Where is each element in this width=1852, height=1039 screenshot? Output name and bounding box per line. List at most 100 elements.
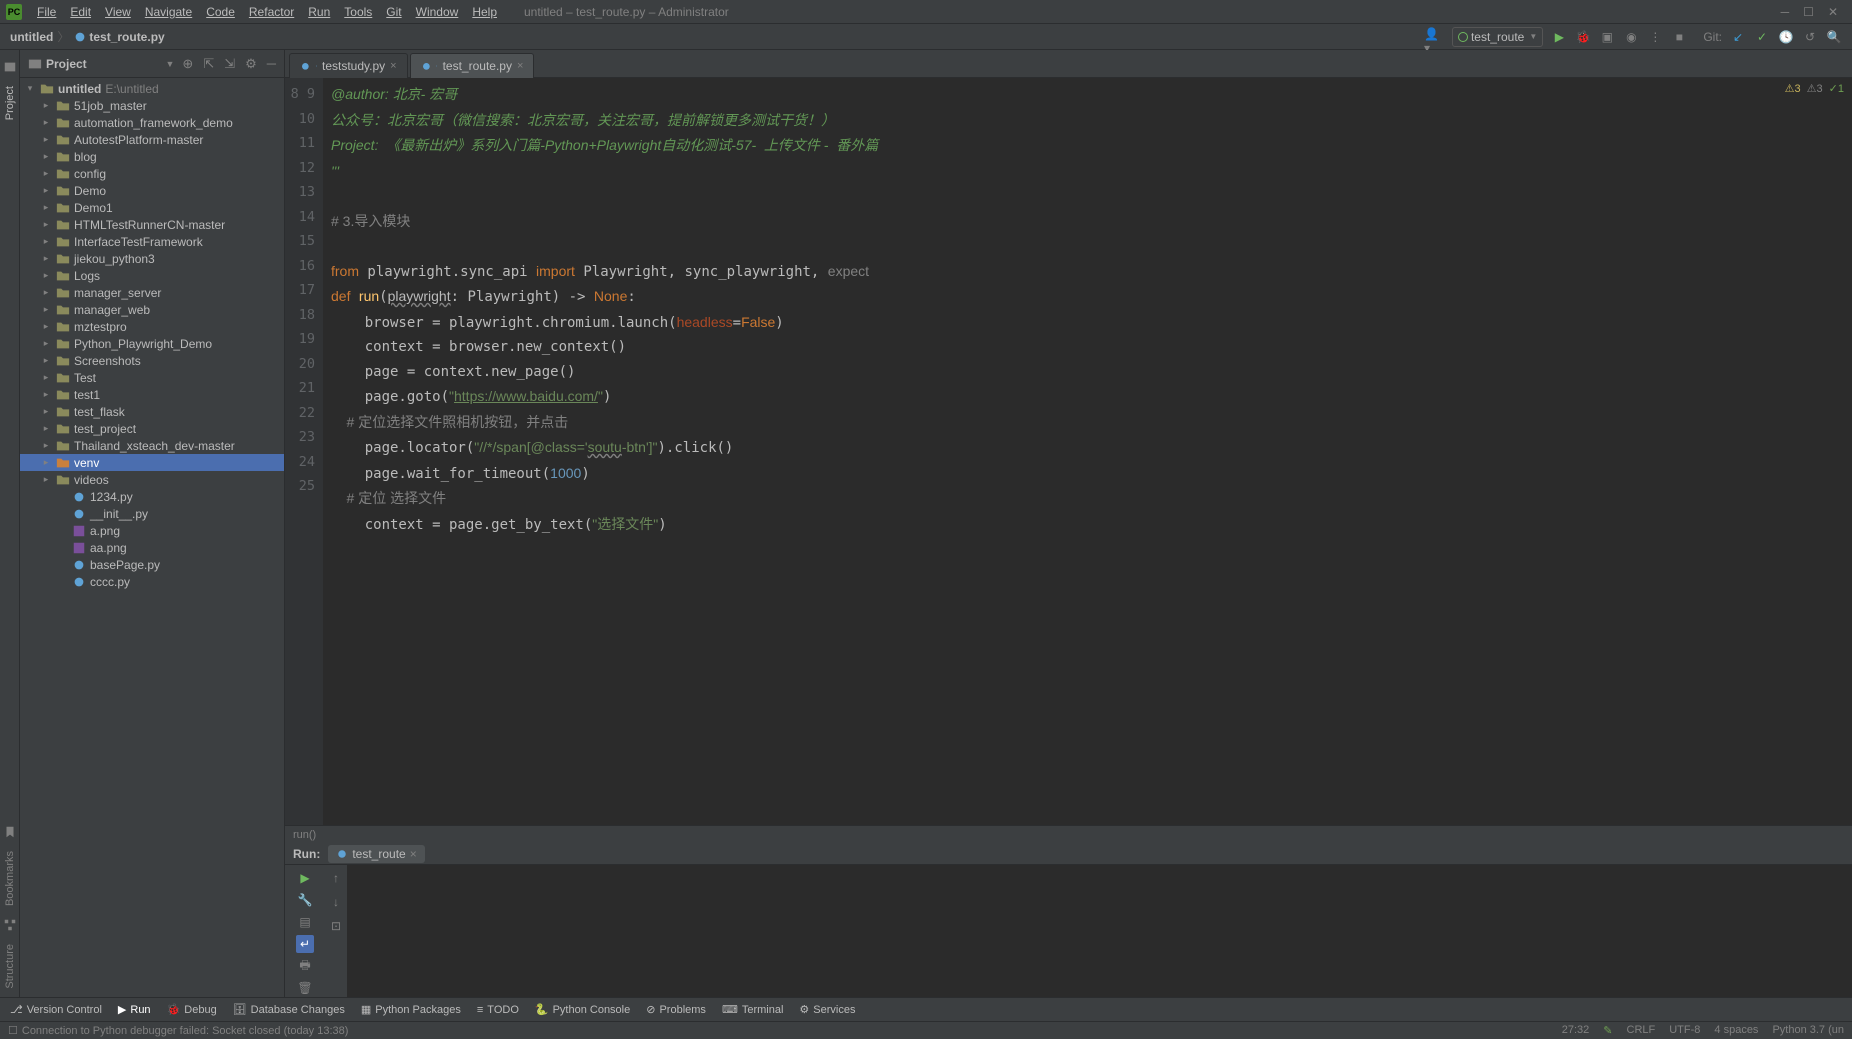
- minimize-icon[interactable]: ─: [1781, 5, 1790, 19]
- git-history-icon[interactable]: 🕓: [1778, 29, 1794, 45]
- down-icon[interactable]: ↓: [327, 893, 345, 911]
- tree-folder[interactable]: ▸videos: [20, 471, 284, 488]
- status-position[interactable]: 27:32: [1562, 1024, 1590, 1037]
- coverage-icon[interactable]: ▣: [1599, 29, 1615, 45]
- menu-refactor[interactable]: Refactor: [242, 5, 301, 19]
- code-editor[interactable]: @author: 北京- 宏哥 公众号：北京宏哥（微信搜索：北京宏哥，关注宏哥，…: [323, 78, 1852, 825]
- debug-icon[interactable]: 🐞: [1575, 29, 1591, 45]
- tree-folder[interactable]: ▸blog: [20, 148, 284, 165]
- menu-help[interactable]: Help: [465, 5, 504, 19]
- close-tab-icon[interactable]: ×: [390, 60, 396, 72]
- status-line-sep[interactable]: CRLF: [1627, 1024, 1656, 1037]
- bottom-tool[interactable]: ≡TODO: [477, 1004, 519, 1016]
- tree-folder[interactable]: ▸test1: [20, 386, 284, 403]
- tree-folder[interactable]: ▸manager_server: [20, 284, 284, 301]
- breadcrumbs-bar[interactable]: run(): [285, 825, 1852, 843]
- bookmarks-tw-icon[interactable]: [3, 825, 17, 839]
- select-opened-icon[interactable]: ⊕: [182, 56, 193, 72]
- close-tab-icon[interactable]: ×: [517, 60, 523, 72]
- tree-folder[interactable]: ▸HTMLTestRunnerCN-master: [20, 216, 284, 233]
- status-python[interactable]: Python 3.7 (un: [1772, 1024, 1844, 1037]
- bottom-tool[interactable]: 🗄Database Changes: [233, 1003, 345, 1016]
- stop-icon[interactable]: ■: [1671, 29, 1687, 45]
- menu-run[interactable]: Run: [301, 5, 337, 19]
- git-commit-icon[interactable]: ✓: [1754, 29, 1770, 45]
- menu-navigate[interactable]: Navigate: [138, 5, 199, 19]
- bottom-tool[interactable]: ▦Python Packages: [361, 1003, 461, 1016]
- menu-file[interactable]: File: [30, 5, 63, 19]
- tree-root[interactable]: ▾untitledE:\untitled: [20, 80, 284, 97]
- menu-code[interactable]: Code: [199, 5, 242, 19]
- more-icon[interactable]: ⋮: [1647, 29, 1663, 45]
- tree-folder[interactable]: ▸Thailand_xsteach_dev-master: [20, 437, 284, 454]
- run-config-selector[interactable]: test_route: [1452, 27, 1543, 47]
- tree-folder[interactable]: ▸test_project: [20, 420, 284, 437]
- breadcrumb-file[interactable]: test_route.py: [89, 30, 164, 44]
- bottom-tool[interactable]: 🐍Python Console: [535, 1003, 630, 1016]
- account-icon[interactable]: 👤▾: [1424, 27, 1444, 47]
- tree-folder[interactable]: ▸automation_framework_demo: [20, 114, 284, 131]
- settings-icon[interactable]: ⚙: [245, 56, 257, 72]
- hide-icon[interactable]: ─: [267, 56, 276, 72]
- structure-tab[interactable]: Structure: [2, 936, 18, 997]
- status-encoding[interactable]: UTF-8: [1669, 1024, 1700, 1037]
- project-tree[interactable]: ▾untitledE:\untitled▸51job_master▸automa…: [20, 78, 284, 997]
- tree-folder[interactable]: ▸venv: [20, 454, 284, 471]
- bottom-tool[interactable]: ⚙Services: [799, 1003, 855, 1016]
- git-update-icon[interactable]: ↙: [1730, 29, 1746, 45]
- run-output[interactable]: [347, 865, 1852, 997]
- tree-folder[interactable]: ▸manager_web: [20, 301, 284, 318]
- wrench-icon[interactable]: 🔧: [296, 891, 314, 909]
- bottom-tool[interactable]: ▶Run: [118, 1003, 151, 1016]
- menu-git[interactable]: Git: [379, 5, 408, 19]
- screenshot-icon[interactable]: ⊡: [327, 917, 345, 935]
- tree-file[interactable]: basePage.py: [20, 556, 284, 573]
- tree-folder[interactable]: ▸Demo1: [20, 199, 284, 216]
- tree-folder[interactable]: ▸Test: [20, 369, 284, 386]
- git-rollback-icon[interactable]: ↺: [1802, 29, 1818, 45]
- bookmarks-tab[interactable]: Bookmarks: [2, 843, 18, 914]
- tree-folder[interactable]: ▸config: [20, 165, 284, 182]
- status-leaf-icon[interactable]: ✎: [1603, 1024, 1612, 1037]
- close-icon[interactable]: ✕: [1828, 5, 1838, 19]
- run-tab[interactable]: test_route ×: [328, 845, 424, 863]
- collapse-all-icon[interactable]: ⇲: [224, 56, 235, 72]
- tree-folder[interactable]: ▸51job_master: [20, 97, 284, 114]
- inspection-widget[interactable]: ⚠3 ⚠3 ✓1: [1785, 82, 1844, 95]
- tree-file[interactable]: __init__.py: [20, 505, 284, 522]
- project-tab[interactable]: Project: [2, 78, 18, 128]
- close-tab-icon[interactable]: ×: [410, 847, 417, 861]
- bottom-tool[interactable]: ⎇Version Control: [10, 1003, 102, 1016]
- project-tw-icon[interactable]: [3, 60, 17, 74]
- status-icon[interactable]: ☐: [8, 1024, 18, 1037]
- tree-folder[interactable]: ▸Screenshots: [20, 352, 284, 369]
- tree-file[interactable]: cccc.py: [20, 573, 284, 590]
- menu-window[interactable]: Window: [409, 5, 466, 19]
- tree-file[interactable]: a.png: [20, 522, 284, 539]
- tree-folder[interactable]: ▸Demo: [20, 182, 284, 199]
- tree-folder[interactable]: ▸Python_Playwright_Demo: [20, 335, 284, 352]
- tree-file[interactable]: 1234.py: [20, 488, 284, 505]
- menu-tools[interactable]: Tools: [337, 5, 379, 19]
- tree-folder[interactable]: ▸jiekou_python3: [20, 250, 284, 267]
- structure-tw-icon[interactable]: [3, 918, 17, 932]
- tree-folder[interactable]: ▸Logs: [20, 267, 284, 284]
- menu-view[interactable]: View: [98, 5, 138, 19]
- profile-icon[interactable]: ◉: [1623, 29, 1639, 45]
- search-everywhere-icon[interactable]: 🔍: [1826, 29, 1842, 45]
- bottom-tool[interactable]: 🐞Debug: [167, 1003, 217, 1016]
- layout-icon[interactable]: ▤: [296, 913, 314, 931]
- tree-folder[interactable]: ▸test_flask: [20, 403, 284, 420]
- expand-all-icon[interactable]: ⇱: [203, 56, 214, 72]
- up-icon[interactable]: ↑: [327, 869, 345, 887]
- tree-folder[interactable]: ▸InterfaceTestFramework: [20, 233, 284, 250]
- tree-folder[interactable]: ▸mztestpro: [20, 318, 284, 335]
- status-indent[interactable]: 4 spaces: [1714, 1024, 1758, 1037]
- tree-file[interactable]: aa.png: [20, 539, 284, 556]
- breadcrumb-root[interactable]: untitled: [10, 30, 53, 44]
- print-icon[interactable]: 🖶: [296, 957, 314, 975]
- bottom-tool[interactable]: ⊘Problems: [646, 1003, 706, 1016]
- rerun-icon[interactable]: ▶: [296, 869, 314, 887]
- editor-tab[interactable]: teststudy.py×: [289, 53, 408, 78]
- run-icon[interactable]: ▶: [1551, 29, 1567, 45]
